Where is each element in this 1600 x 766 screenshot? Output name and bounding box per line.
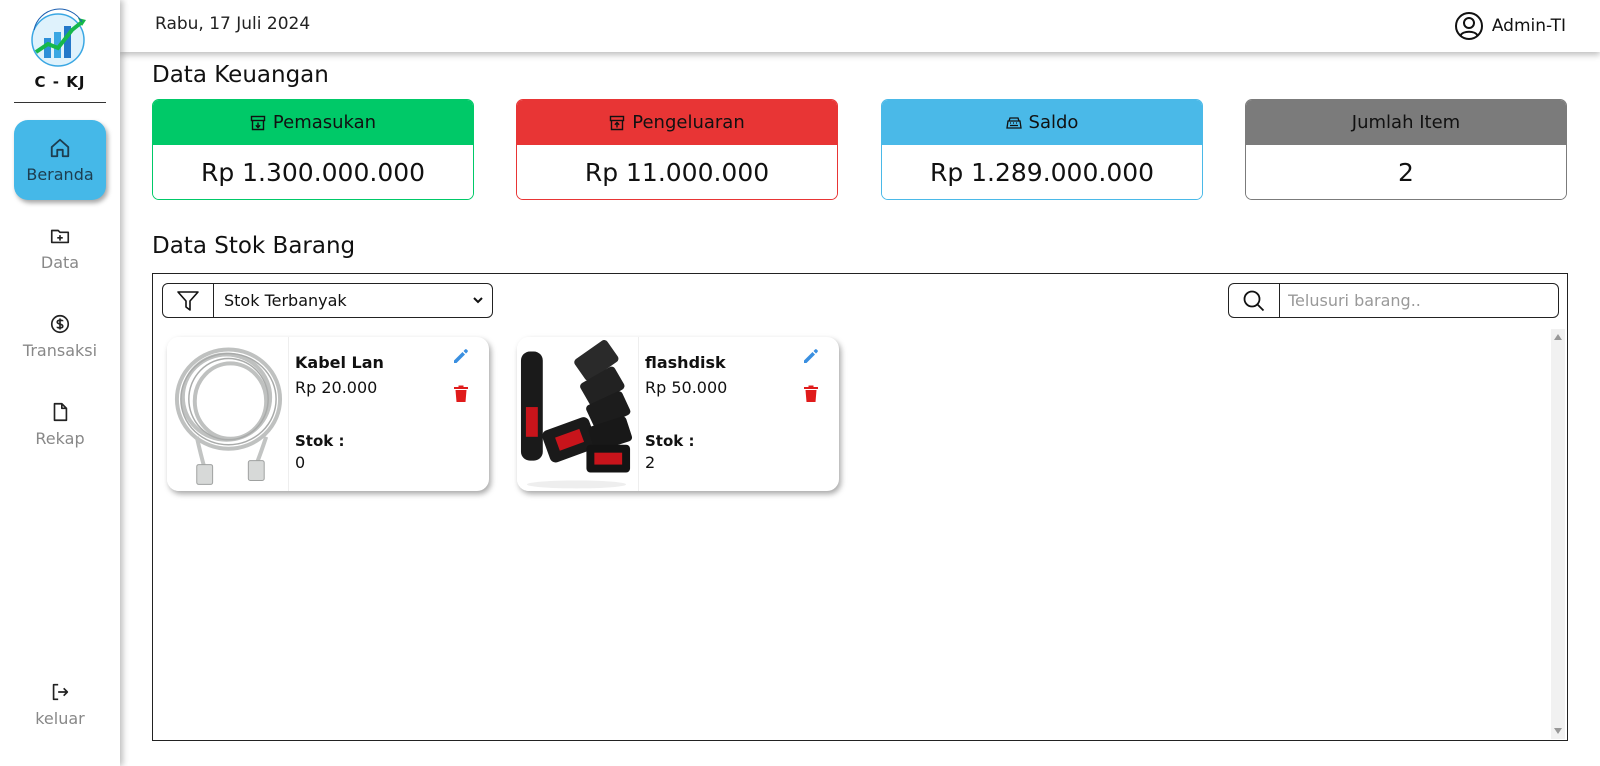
edit-icon[interactable] bbox=[802, 347, 820, 365]
card-saldo-label: Saldo bbox=[1028, 112, 1079, 133]
nav-beranda[interactable]: Beranda bbox=[14, 120, 106, 200]
card-pengeluaran: Pengeluaran Rp 11.000.000 bbox=[516, 99, 838, 200]
card-pengeluaran-label: Pengeluaran bbox=[632, 112, 745, 133]
nav-rekap-label: Rekap bbox=[35, 428, 85, 448]
logout-button[interactable]: keluar bbox=[14, 664, 106, 744]
stock-title: Data Stok Barang bbox=[152, 233, 356, 259]
card-pengeluaran-value: Rp 11.000.000 bbox=[517, 145, 837, 199]
item-price: Rp 20.000 bbox=[295, 378, 378, 397]
home-icon bbox=[50, 138, 70, 157]
card-saldo-value: Rp 1.289.000.000 bbox=[882, 145, 1202, 199]
filter-button[interactable] bbox=[162, 283, 214, 318]
scrollbar[interactable] bbox=[1551, 329, 1565, 739]
current-date: Rabu, 17 Juli 2024 bbox=[155, 14, 311, 34]
brand-divider bbox=[14, 102, 106, 103]
nav-rekap[interactable]: Rekap bbox=[14, 384, 106, 464]
item-stok-label: Stok : bbox=[295, 432, 345, 450]
sidebar: C - KJ Beranda Data Transaksi Rekap kelu… bbox=[0, 0, 120, 766]
nav-transaksi-label: Transaksi bbox=[22, 340, 98, 360]
sort-select[interactable]: Stok Terbanyak bbox=[213, 283, 493, 318]
edit-icon[interactable] bbox=[452, 347, 470, 365]
item-card: flashdisk Rp 50.000 Stok : 2 bbox=[517, 337, 839, 491]
item-name: flashdisk bbox=[645, 353, 726, 372]
logout-label: keluar bbox=[35, 708, 85, 728]
lan-cable-image bbox=[167, 337, 289, 491]
item-stok-label: Stok : bbox=[645, 432, 695, 450]
card-jumlah-item: Jumlah Item 2 bbox=[1245, 99, 1567, 200]
brand-name: C - KJ bbox=[34, 73, 86, 91]
item-name: Kabel Lan bbox=[295, 353, 384, 372]
dollar-circle-icon bbox=[50, 314, 70, 333]
search-icon bbox=[1243, 290, 1265, 311]
top-header: Rabu, 17 Juli 2024 Admin-TI bbox=[120, 0, 1600, 52]
logout-icon bbox=[52, 683, 69, 700]
sort-select-value: Stok Terbanyak bbox=[224, 291, 347, 310]
search-button[interactable] bbox=[1228, 283, 1280, 318]
user-menu[interactable]: Admin-TI bbox=[1454, 11, 1566, 41]
nav-transaksi[interactable]: Transaksi bbox=[14, 296, 106, 376]
trash-icon[interactable] bbox=[803, 385, 819, 403]
search-input[interactable] bbox=[1279, 283, 1559, 318]
archive-down-icon bbox=[250, 115, 266, 130]
nav-beranda-label: Beranda bbox=[26, 164, 94, 184]
item-stok-value: 2 bbox=[645, 453, 656, 472]
scroll-down-arrow-icon[interactable] bbox=[1554, 728, 1562, 734]
card-saldo: Saldo Rp 1.289.000.000 bbox=[881, 99, 1203, 200]
sandisk-flashdisk-image bbox=[517, 337, 639, 491]
folder-plus-icon bbox=[50, 229, 70, 243]
card-pemasukan-label: Pemasukan bbox=[272, 112, 377, 133]
file-icon bbox=[53, 402, 68, 421]
card-pemasukan-value: Rp 1.300.000.000 bbox=[153, 145, 473, 199]
user-name: Admin-TI bbox=[1491, 16, 1566, 36]
card-jumlah-item-label: Jumlah Item bbox=[1351, 112, 1461, 133]
card-jumlah-item-header: Jumlah Item bbox=[1246, 100, 1566, 145]
card-pemasukan: Pemasukan Rp 1.300.000.000 bbox=[152, 99, 474, 200]
scroll-up-arrow-icon[interactable] bbox=[1554, 334, 1562, 340]
item-card: Kabel Lan Rp 20.000 Stok : 0 bbox=[167, 337, 489, 491]
app-logo bbox=[31, 8, 86, 67]
nav-data-label: Data bbox=[40, 252, 80, 272]
item-price: Rp 50.000 bbox=[645, 378, 728, 397]
card-pengeluaran-header: Pengeluaran bbox=[517, 100, 837, 145]
nav-data[interactable]: Data bbox=[14, 208, 106, 288]
finance-title: Data Keuangan bbox=[152, 62, 329, 88]
item-stok-value: 0 bbox=[295, 453, 306, 472]
card-pemasukan-header: Pemasukan bbox=[153, 100, 473, 145]
card-jumlah-item-value: 2 bbox=[1246, 145, 1566, 199]
archive-up-icon bbox=[610, 115, 625, 130]
filter-icon bbox=[177, 290, 199, 311]
user-circle-icon bbox=[1454, 12, 1483, 40]
keyboard-icon bbox=[1005, 116, 1022, 129]
chevron-down-icon bbox=[473, 297, 483, 304]
trash-icon[interactable] bbox=[453, 385, 469, 403]
card-saldo-header: Saldo bbox=[882, 100, 1202, 145]
stock-panel: Stok Terbanyak Telusuri barang.. Kabel L… bbox=[152, 273, 1568, 741]
